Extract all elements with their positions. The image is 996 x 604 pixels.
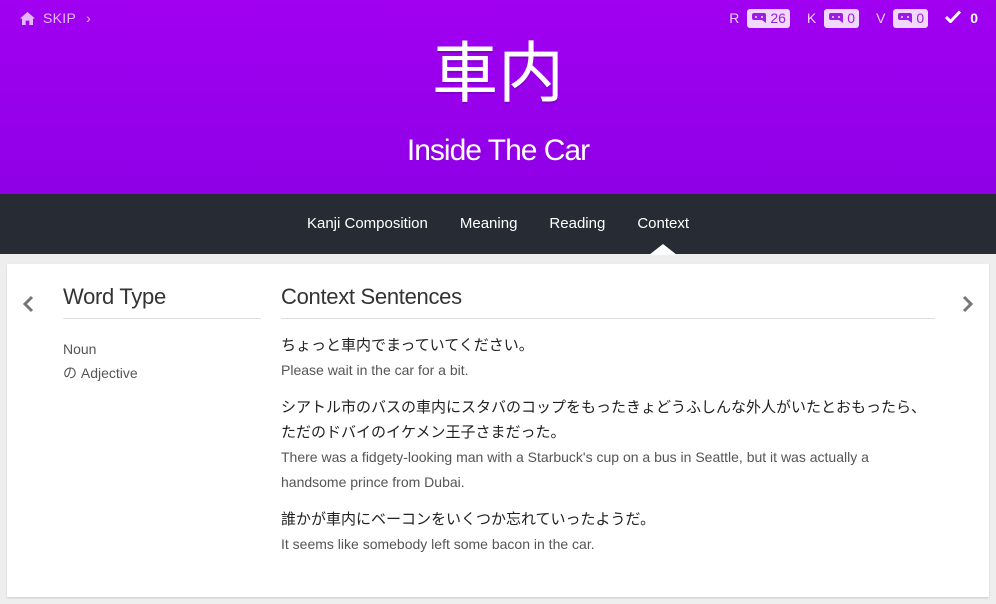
stat-count: 0 (847, 10, 856, 26)
stat-badge: 0 (824, 8, 860, 28)
sentence-english: There was a fidgety-looking man with a S… (281, 449, 869, 490)
word-type-list: Noun の Adjective (63, 337, 261, 385)
reviews-icon (828, 12, 844, 24)
context-panel: Word Type Noun の Adjective Context Sente… (7, 264, 989, 597)
vocab-meaning: Inside The Car (406, 134, 590, 167)
skip-label: SKIP (43, 10, 77, 26)
stat-badge: 0 (893, 8, 929, 28)
home-icon (20, 11, 35, 25)
word-type-title: Word Type (63, 284, 261, 319)
chevron-right-icon: › (86, 10, 92, 26)
stat-radicals: R 26 (729, 8, 790, 28)
stat-badge: 26 (747, 8, 790, 28)
stat-letter: V (876, 10, 886, 26)
skip-button[interactable]: SKIP › (20, 8, 91, 28)
context-sentences-section: Context Sentences ちょっと車内でまっていてください。 Plea… (281, 284, 935, 557)
sentence-english: Please wait in the car for a bit. (281, 362, 469, 378)
stat-kanji: K 0 (806, 8, 860, 28)
tab-reading[interactable]: Reading (533, 194, 621, 254)
stat-letter: R (729, 10, 740, 26)
reviews-icon (751, 12, 767, 24)
context-sentence: ちょっと車内でまっていてください。 Please wait in the car… (281, 333, 935, 383)
stats-bar: R 26 K 0 V 0 0 (712, 7, 978, 29)
tab-context[interactable]: Context (621, 194, 705, 254)
reviews-icon (897, 12, 913, 24)
tab-meaning[interactable]: Meaning (444, 194, 534, 254)
arrow-left-icon[interactable] (21, 292, 35, 316)
info-tabs: Kanji Composition Meaning Reading Contex… (0, 194, 996, 254)
vocab-characters: 車内 (432, 35, 564, 112)
context-sentences-title: Context Sentences (281, 284, 935, 319)
stat-count: 0 (916, 10, 925, 26)
header: SKIP › R 26 K 0 V 0 0 車内 Inside The Car (0, 0, 996, 194)
word-type-item: の Adjective (63, 365, 138, 381)
context-sentence: 誰かが車内にベーコンをいくつか忘れていったようだ。 It seems like … (281, 507, 935, 557)
word-type-item: Noun (63, 341, 97, 357)
stat-letter: K (806, 10, 817, 26)
tab-kanji-composition[interactable]: Kanji Composition (291, 194, 444, 254)
stat-count: 26 (770, 10, 786, 26)
arrow-right-icon[interactable] (961, 292, 975, 316)
sentence-japanese: シアトル市のバスの車内にスタバのコップをもったきょどうふしんな外人がいたとおもっ… (281, 398, 927, 441)
check-icon (945, 10, 962, 26)
sentence-japanese: ちょっと車内でまっていてください。 (281, 336, 534, 354)
sentence-japanese: 誰かが車内にベーコンをいくつか忘れていったようだ。 (281, 510, 656, 528)
sentence-english: It seems like somebody left some bacon i… (281, 536, 595, 552)
check-count: 0 (970, 10, 978, 26)
completed-count: 0 (945, 10, 978, 26)
context-sentence: シアトル市のバスの車内にスタバのコップをもったきょどうふしんな外人がいたとおもっ… (281, 395, 935, 495)
stat-vocabulary: V 0 (876, 8, 929, 28)
sentence-list: ちょっと車内でまっていてください。 Please wait in the car… (281, 333, 935, 557)
word-type-section: Word Type Noun の Adjective (63, 284, 261, 385)
